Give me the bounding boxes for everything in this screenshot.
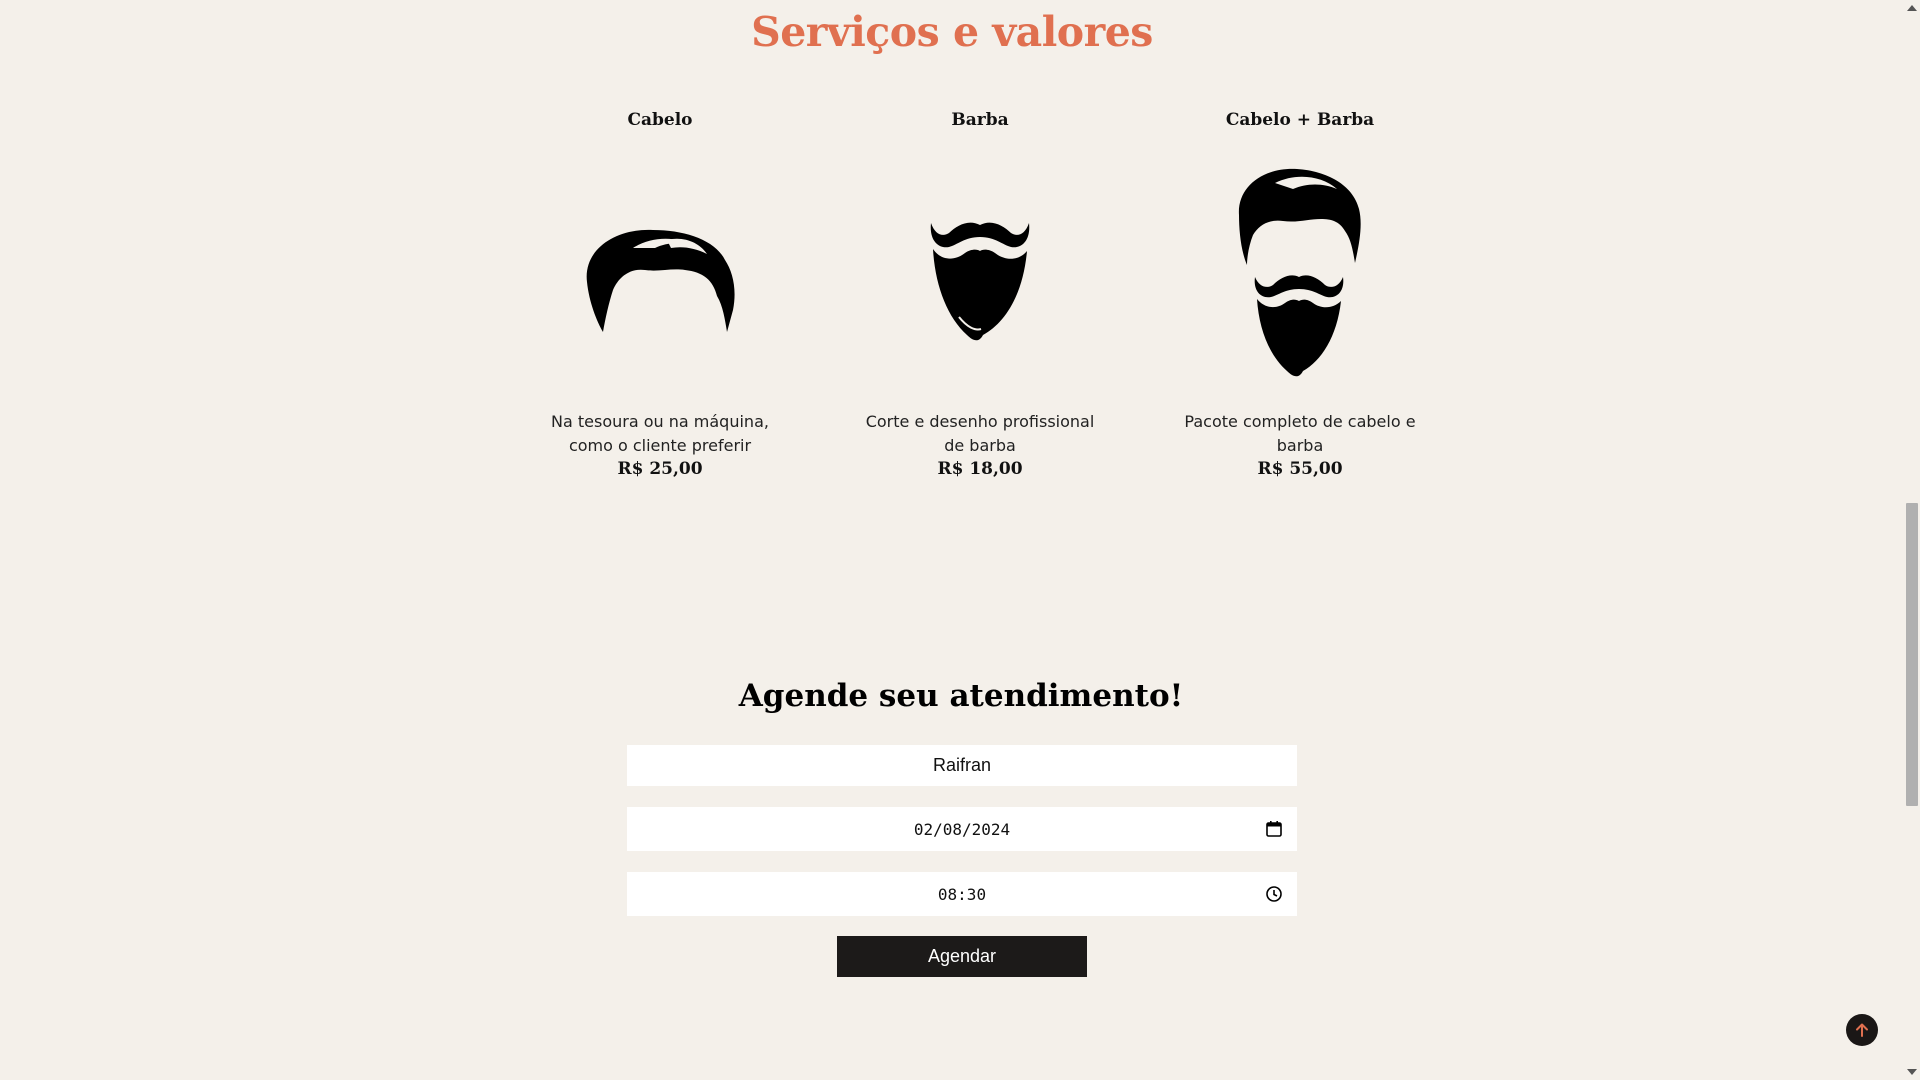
clock-icon[interactable] [1265, 885, 1283, 903]
service-card-cabelo-barba: Cabelo + Barba Pacote completo de cabelo… [1140, 110, 1460, 479]
scrollbar-thumb[interactable] [1906, 503, 1918, 806]
beard-icon [820, 140, 1140, 410]
back-to-top-button[interactable] [1846, 1014, 1878, 1046]
time-input-value: 08:30 [937, 884, 987, 904]
service-description: Pacote completo de cabelo e barba [1184, 412, 1416, 455]
service-card-cabelo: Cabelo Na tesoura ou na máquina, como o … [500, 110, 820, 479]
calendar-icon[interactable] [1265, 820, 1283, 838]
service-description: Na tesoura ou na máquina, como o cliente… [551, 412, 769, 455]
booking-form: Raifran 02/08/2024 08:30 Agendar [627, 745, 1297, 977]
service-name: Barba [951, 110, 1009, 130]
date-input-value: 02/08/2024 [913, 819, 1011, 839]
hair-icon [500, 140, 820, 410]
service-description: Corte e desenho profissional de barba [865, 412, 1095, 455]
hair-and-beard-icon [1140, 140, 1460, 410]
name-input[interactable]: Raifran [627, 745, 1297, 786]
page-scrollbar[interactable] [1903, 0, 1920, 1080]
service-name: Cabelo + Barba [1225, 110, 1375, 130]
time-input[interactable]: 08:30 [627, 872, 1297, 916]
schedule-button[interactable]: Agendar [837, 936, 1087, 977]
service-card-barba: Barba Corte e desenho profissional de ba… [820, 110, 1140, 479]
scroll-up-arrow-icon[interactable] [1907, 5, 1917, 11]
service-price: R$ 25,00 [617, 459, 703, 479]
booking-title: Agende seu atendimento! [738, 678, 1184, 714]
arrow-up-icon [1856, 1023, 1868, 1037]
service-price: R$ 55,00 [1257, 459, 1343, 479]
service-name: Cabelo [627, 110, 693, 130]
services-list: Cabelo Na tesoura ou na máquina, como o … [500, 110, 1460, 479]
name-input-value: Raifran [932, 755, 992, 775]
service-price: R$ 18,00 [937, 459, 1023, 479]
date-input[interactable]: 02/08/2024 [627, 807, 1297, 851]
scroll-down-arrow-icon[interactable] [1907, 1069, 1917, 1075]
services-title: Serviços e valores [751, 8, 1153, 56]
